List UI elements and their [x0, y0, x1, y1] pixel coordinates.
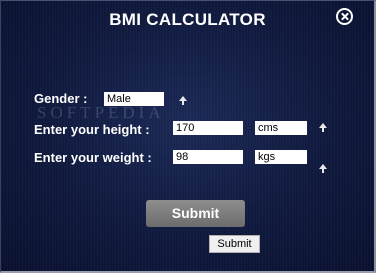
close-icon[interactable] [336, 8, 353, 25]
height-unit-field[interactable] [255, 121, 307, 135]
weight-label: Enter your weight : [34, 150, 152, 165]
weight-unit-field[interactable] [255, 150, 307, 164]
gender-label: Gender : [34, 91, 88, 106]
weight-field[interactable] [173, 150, 243, 164]
bmi-calculator-window: BMI CALCULATOR SOFTPEDIA Gender : Enter … [0, 0, 376, 273]
height-label: Enter your height : [34, 122, 150, 137]
height-field[interactable] [173, 121, 243, 135]
height-up-arrow-icon[interactable] [318, 123, 328, 133]
window-title: BMI CALCULATOR [109, 10, 266, 29]
submit-button[interactable]: Submit [146, 200, 245, 227]
gender-up-arrow-icon[interactable] [178, 96, 188, 106]
weight-up-arrow-icon[interactable] [318, 164, 328, 174]
submit-button-small[interactable]: Submit [209, 235, 260, 253]
gender-field[interactable] [104, 92, 164, 106]
watermark: SOFTPEDIA [37, 103, 165, 122]
